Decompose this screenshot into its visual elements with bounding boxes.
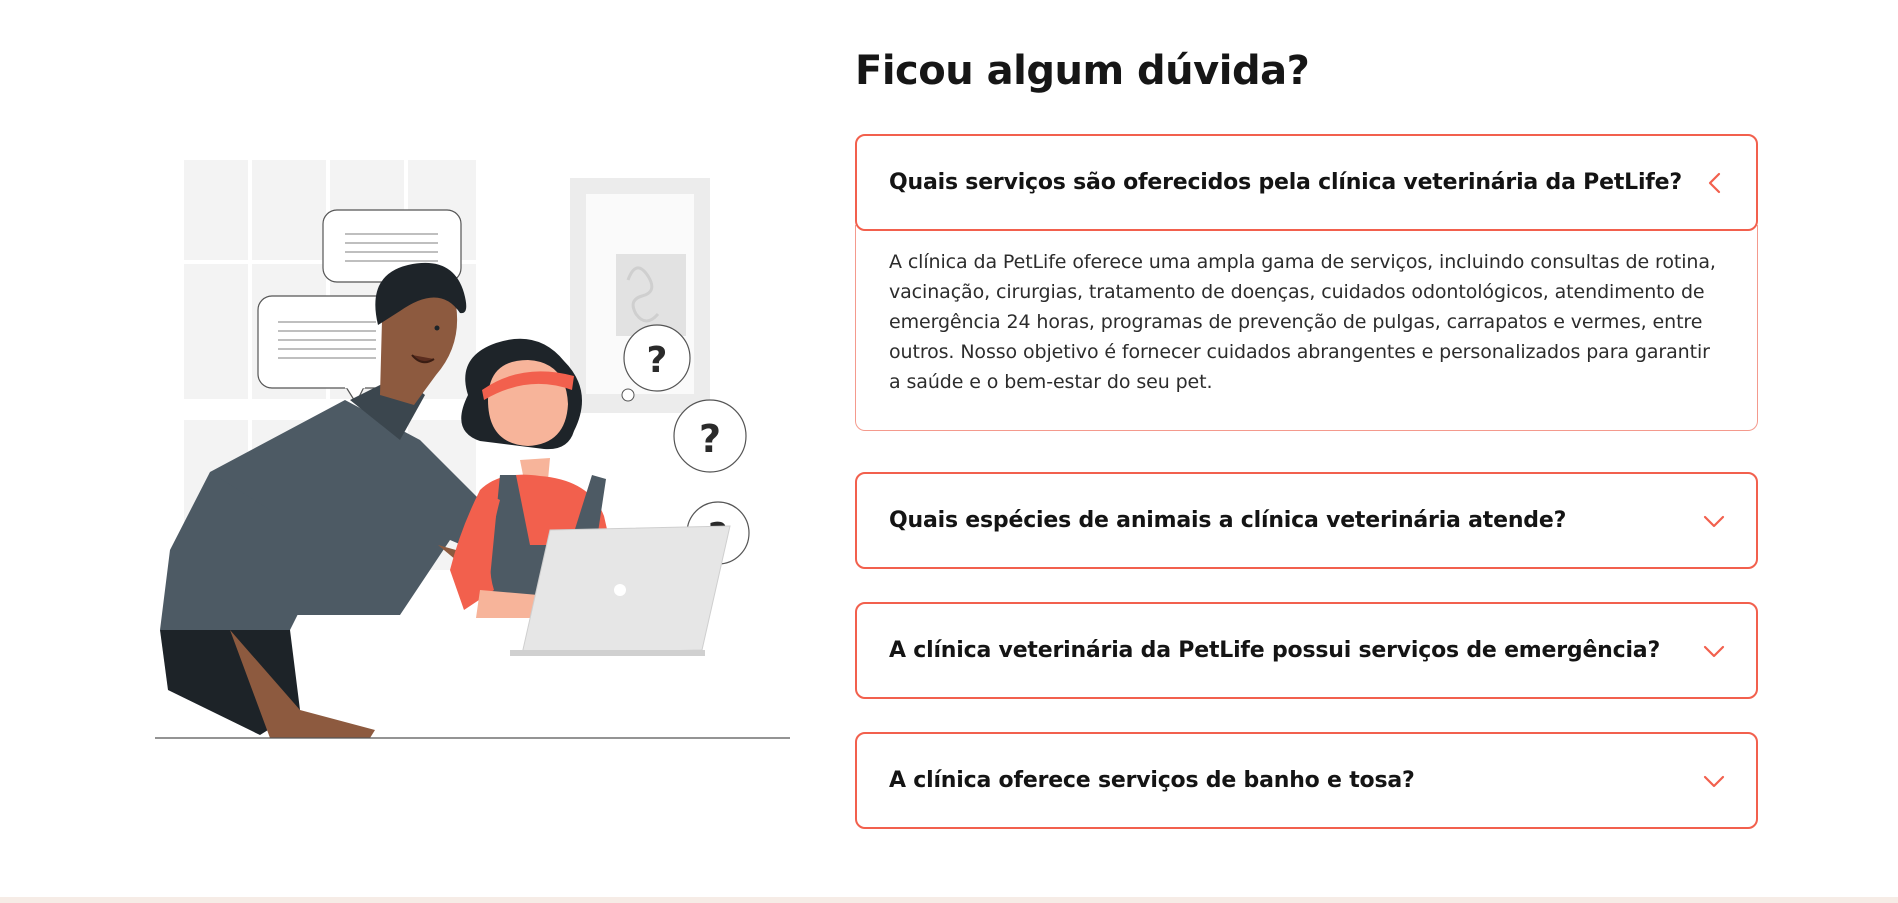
faq-question-text: A clínica oferece serviços de banho e to… — [889, 768, 1415, 793]
chevron-down-icon[interactable] — [1702, 639, 1726, 663]
faq-question-services[interactable]: Quais serviços são oferecidos pela clíni… — [855, 134, 1758, 231]
faq-title: Ficou algum dúvida? — [855, 48, 1310, 94]
faq-answer-services: A clínica da PetLife oferece uma ampla g… — [855, 225, 1758, 431]
svg-text:?: ? — [647, 340, 668, 381]
faq-item-emergency: A clínica veterinária da PetLife possui … — [855, 602, 1758, 699]
faq-item-species: Quais espécies de animais a clínica vete… — [855, 472, 1758, 569]
footer-edge — [0, 897, 1898, 903]
thought-bubble-2: ? — [673, 399, 747, 473]
faq-item-grooming: A clínica oferece serviços de banho e to… — [855, 732, 1758, 829]
faq-item-services: Quais serviços são oferecidos pela clíni… — [855, 134, 1758, 431]
chevron-down-icon[interactable] — [1702, 769, 1726, 793]
faq-illustration: ? ? ? — [150, 150, 800, 740]
faq-question-species[interactable]: Quais espécies de animais a clínica vete… — [855, 472, 1758, 569]
faq-section: Ficou algum dúvida? Quais serviços são o… — [855, 42, 1758, 862]
faq-list: Quais serviços são oferecidos pela clíni… — [855, 134, 1758, 829]
chevron-down-icon[interactable] — [1702, 509, 1726, 533]
chevron-left-icon[interactable] — [1702, 171, 1726, 195]
faq-answer-text: A clínica da PetLife oferece uma ampla g… — [889, 251, 1716, 393]
speech-bubble-left — [257, 295, 397, 405]
svg-text:?: ? — [699, 417, 721, 461]
people-at-laptop-illustration: ? ? ? — [155, 160, 790, 739]
faq-question-text: A clínica veterinária da PetLife possui … — [889, 638, 1661, 663]
faq-question-text: Quais serviços são oferecidos pela clíni… — [889, 170, 1682, 195]
faq-question-grooming[interactable]: A clínica oferece serviços de banho e to… — [855, 732, 1758, 829]
faq-question-text: Quais espécies de animais a clínica vete… — [889, 508, 1567, 533]
faq-question-emergency[interactable]: A clínica veterinária da PetLife possui … — [855, 602, 1758, 699]
